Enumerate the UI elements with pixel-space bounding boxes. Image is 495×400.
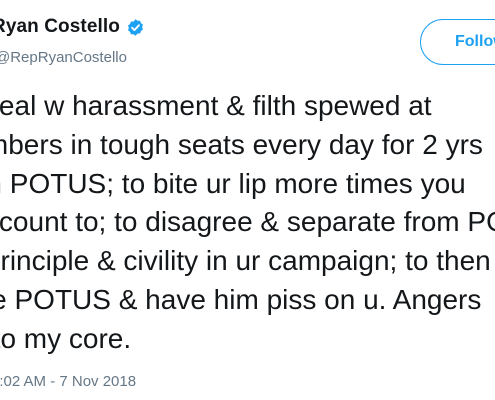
tweet-text-line: Members in tough seats every day for 2 y… <box>0 128 483 160</box>
tweet-text-line: from POTUS; to bite ur lip more times yo… <box>0 167 466 199</box>
follow-button[interactable]: Follow <box>420 19 495 65</box>
author-handle[interactable]: @RepRyanCostello <box>0 49 127 66</box>
tweet-text-line: me to my core. <box>0 322 132 354</box>
author-name-row: Ryan Costello <box>0 16 145 38</box>
verified-badge-icon <box>126 18 145 37</box>
tweet-card: Ryan Costello @RepRyanCostello Follow To… <box>0 0 495 400</box>
tweet-text-line: can count to; to disagree & separate fro… <box>0 206 495 238</box>
tweet-timestamp[interactable]: 7:02 AM - 7 Nov 2018 <box>0 373 136 390</box>
tweet-text-line: have POTUS & have him piss on u. Angers <box>0 283 482 315</box>
tweet-text-line: on principle & civility in ur campaign; … <box>0 245 491 277</box>
tweet-text: To deal w harassment & filth spewed at M… <box>0 87 495 359</box>
author-display-name[interactable]: Ryan Costello <box>0 16 120 38</box>
tweet-text-line: To deal w harassment & filth spewed at <box>0 90 432 121</box>
